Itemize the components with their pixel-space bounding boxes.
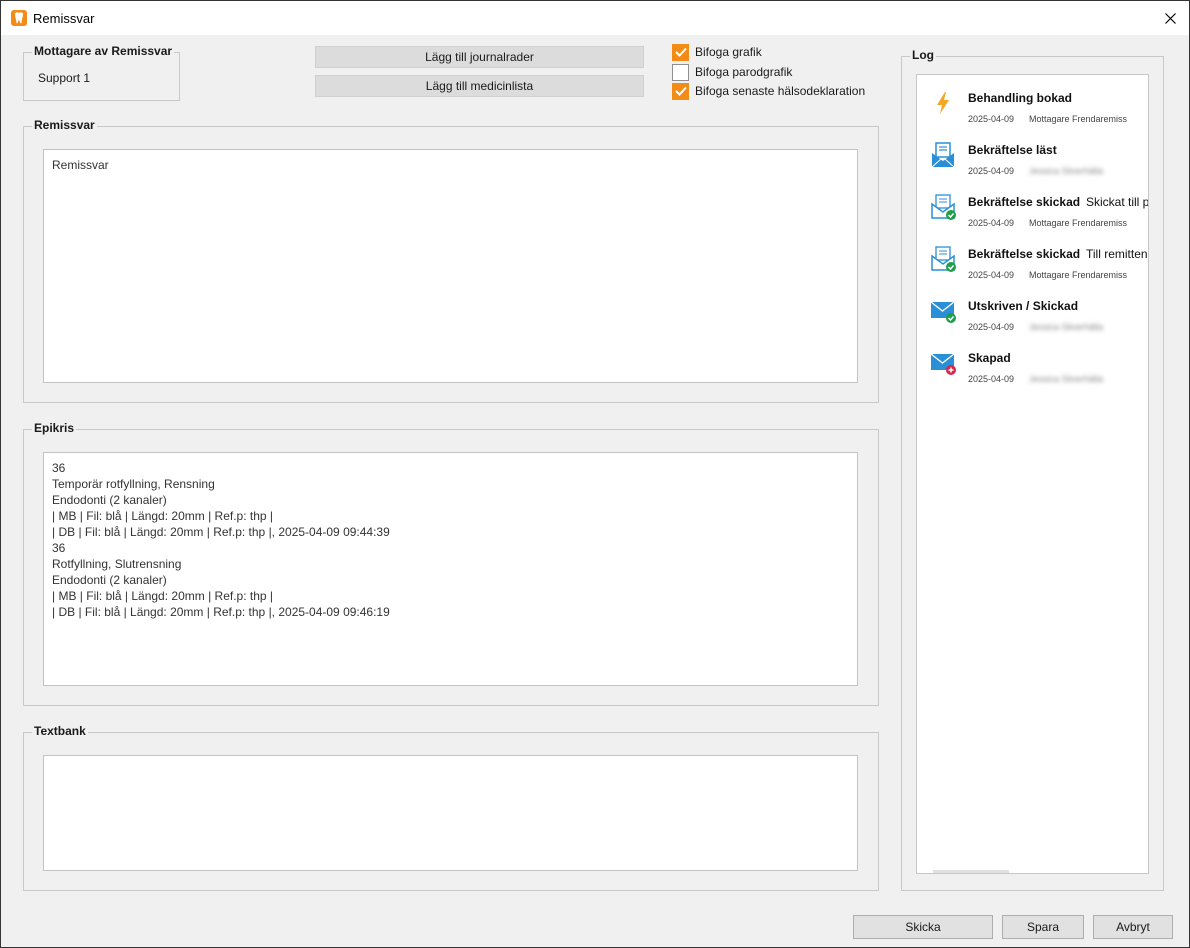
list-item[interactable]: Bekräftelse skickad Till remitten 2025-0…	[917, 239, 1148, 291]
horizontal-scrollbar[interactable]	[933, 870, 1009, 873]
log-date: 2025-04-09	[968, 322, 1015, 332]
checkbox-label: Bifoga senaste hälsodeklaration	[695, 84, 866, 98]
log-user: Jessica Silverhälla	[1029, 322, 1104, 332]
log-user: Jessica Silverhälla	[1029, 374, 1104, 384]
textbank-label: Textbank	[32, 724, 88, 738]
log-extra: Skickat till p	[1086, 195, 1149, 209]
remissvar-textarea[interactable]: Remissvar	[43, 149, 858, 383]
log-label: Log	[910, 48, 936, 62]
log-title: Bekräftelse skickad	[968, 247, 1081, 261]
log-date: 2025-04-09	[968, 218, 1015, 228]
log-title: Bekräftelse läst	[968, 143, 1057, 157]
log-date: 2025-04-09	[968, 374, 1015, 384]
window-title: Remissvar	[33, 11, 95, 26]
remissvar-label: Remissvar	[32, 118, 97, 132]
close-icon	[1164, 12, 1176, 24]
mail-new-icon	[930, 353, 956, 375]
list-item[interactable]: Utskriven / Skickad 2025-04-09 Jessica S…	[917, 291, 1148, 343]
send-button[interactable]: Skicka	[853, 915, 993, 939]
list-item[interactable]: Bekräftelse skickad Skickat till p 2025-…	[917, 187, 1149, 239]
checkmark-icon	[674, 86, 687, 96]
log-user: Jessica Silverhälla	[1029, 166, 1104, 176]
title-bar: Remissvar	[1, 1, 1189, 35]
log-user: Mottagare Frendaremiss	[1029, 218, 1128, 228]
envelope-check-icon	[931, 246, 956, 272]
list-item[interactable]: Skapad 2025-04-09 Jessica Silverhälla	[917, 343, 1148, 395]
log-list[interactable]: Behandling bokad 2025-04-09 Mottagare Fr…	[916, 74, 1149, 874]
log-user: Mottagare Frendaremiss	[1029, 114, 1128, 124]
add-journal-button[interactable]: Lägg till journalrader	[315, 46, 644, 68]
checkbox-checked[interactable]	[672, 82, 689, 100]
mail-sent-icon	[930, 301, 956, 323]
list-item[interactable]: Behandling bokad 2025-04-09 Mottagare Fr…	[917, 83, 1148, 135]
lightning-icon	[937, 92, 949, 114]
remissvar-window: Remissvar Mottagare av Remissvar Support…	[0, 0, 1190, 948]
checkbox-attach-graphics[interactable]: Bifoga grafik	[672, 43, 762, 61]
log-title: Skapad	[968, 351, 1011, 365]
log-title: Bekräftelse skickad	[968, 195, 1081, 209]
textbank-textarea[interactable]	[43, 755, 858, 871]
checkbox-label: Bifoga grafik	[695, 45, 762, 59]
cancel-button[interactable]: Avbryt	[1093, 915, 1173, 939]
log-extra: Till remitten	[1086, 247, 1148, 261]
recipient-value[interactable]: Support 1	[38, 71, 90, 85]
checkbox-label: Bifoga parodgrafik	[695, 65, 793, 79]
checkbox-checked[interactable]	[672, 43, 689, 61]
envelope-read-icon	[931, 142, 955, 168]
log-date: 2025-04-09	[968, 166, 1015, 176]
log-user: Mottagare Frendaremiss	[1029, 270, 1128, 280]
epikris-textarea[interactable]: 36 Temporär rotfyllning, Rensning Endodo…	[43, 452, 858, 686]
checkbox-attach-perio-graphics[interactable]: Bifoga parodgrafik	[672, 63, 792, 81]
recipient-group: Mottagare av Remissvar Support 1	[23, 44, 180, 101]
envelope-check-icon	[931, 194, 956, 220]
log-date: 2025-04-09	[968, 270, 1015, 280]
log-date: 2025-04-09	[968, 114, 1015, 124]
log-title: Behandling bokad	[968, 91, 1073, 105]
checkbox-unchecked[interactable]	[672, 63, 689, 81]
checkbox-attach-health-declaration[interactable]: Bifoga senaste hälsodeklaration	[672, 82, 865, 100]
add-medlist-button[interactable]: Lägg till medicinlista	[315, 75, 644, 97]
checkmark-icon	[674, 47, 687, 57]
recipient-label: Mottagare av Remissvar	[32, 44, 175, 58]
list-item[interactable]: Bekräftelse läst 2025-04-09 Jessica Silv…	[917, 135, 1148, 187]
log-title: Utskriven / Skickad	[968, 299, 1079, 313]
epikris-label: Epikris	[32, 421, 77, 435]
tooth-app-icon	[11, 10, 27, 26]
close-button[interactable]	[1151, 1, 1189, 35]
save-button[interactable]: Spara	[1002, 915, 1084, 939]
